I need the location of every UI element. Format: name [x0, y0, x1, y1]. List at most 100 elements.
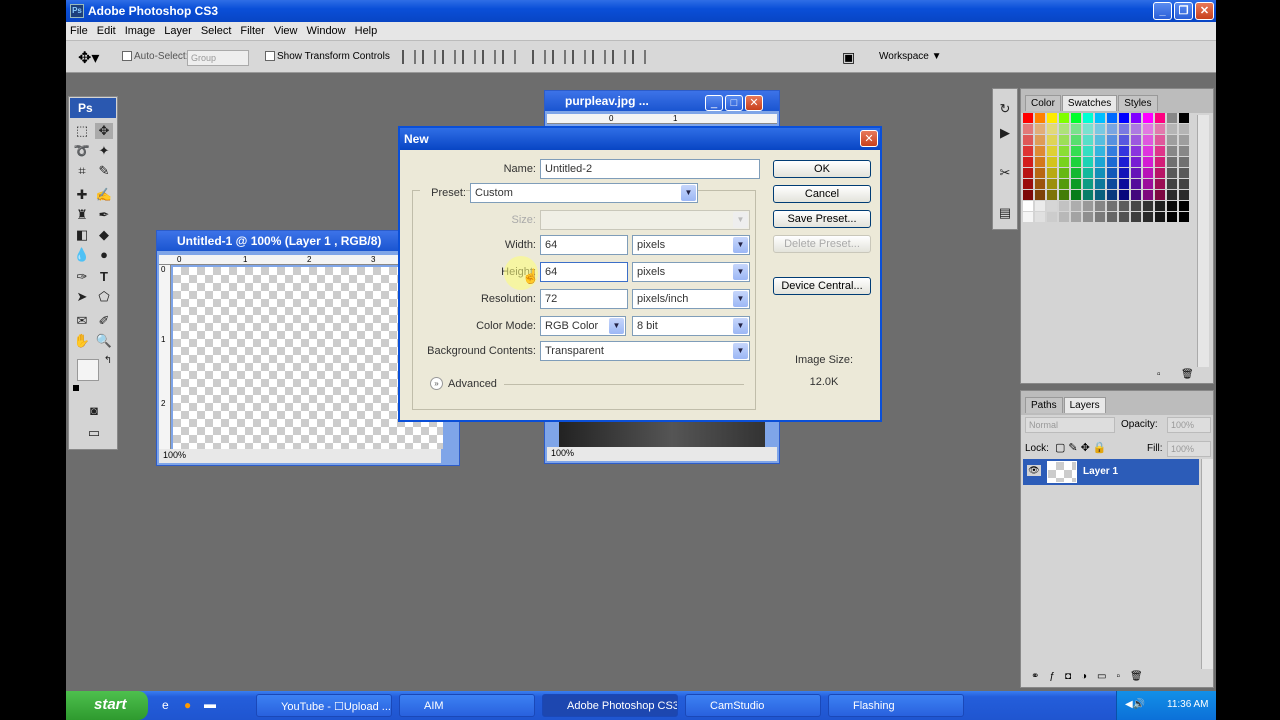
- eye-icon[interactable]: 👁: [1027, 465, 1041, 476]
- cancel-button[interactable]: Cancel: [773, 185, 871, 203]
- swatch-cell[interactable]: [1131, 157, 1141, 167]
- swatch-cell[interactable]: [1155, 190, 1165, 200]
- task-camstudio[interactable]: CamStudio: [685, 694, 821, 717]
- swap-colors-icon[interactable]: ↰: [99, 353, 117, 369]
- swatch-cell[interactable]: [1167, 212, 1177, 222]
- align-right-icon[interactable]: [502, 50, 516, 64]
- menu-edit[interactable]: Edit: [93, 22, 121, 37]
- swatch-cell[interactable]: [1107, 179, 1117, 189]
- swatch-cell[interactable]: [1059, 201, 1069, 211]
- menu-filter[interactable]: Filter: [236, 22, 269, 37]
- task-youtube[interactable]: YouTube - ☐Upload ...: [256, 694, 392, 717]
- default-colors-icon[interactable]: [73, 385, 79, 391]
- history-panel-icon[interactable]: ↻: [996, 101, 1014, 117]
- swatch-cell[interactable]: [1119, 124, 1129, 134]
- swatch-cell[interactable]: [1179, 124, 1189, 134]
- swatch-cell[interactable]: [1071, 157, 1081, 167]
- swatch-cell[interactable]: [1095, 190, 1105, 200]
- swatch-cell[interactable]: [1071, 179, 1081, 189]
- swatch-cell[interactable]: [1167, 168, 1177, 178]
- swatch-cell[interactable]: [1059, 135, 1069, 145]
- swatch-cell[interactable]: [1059, 157, 1069, 167]
- distribute-right-icon[interactable]: [632, 50, 646, 64]
- swatch-cell[interactable]: [1107, 124, 1117, 134]
- shape-tool-icon[interactable]: ⬠: [95, 289, 113, 305]
- swatch-cell[interactable]: [1131, 146, 1141, 156]
- align-vcenter-icon[interactable]: [422, 50, 436, 64]
- firefox-quicklaunch-icon[interactable]: ●: [184, 698, 191, 712]
- swatch-cell[interactable]: [1179, 113, 1189, 123]
- swatch-cell[interactable]: [1179, 201, 1189, 211]
- swatch-cell[interactable]: [1095, 135, 1105, 145]
- layer-actions-icons[interactable]: ⚭ƒ◘◑▭▫🗑: [1031, 671, 1153, 682]
- layers-scrollbar[interactable]: [1201, 459, 1213, 669]
- distribute-hcenter-icon[interactable]: [612, 50, 626, 64]
- swatch-cell[interactable]: [1119, 168, 1129, 178]
- swatch-cell[interactable]: [1023, 146, 1033, 156]
- height-input[interactable]: 64: [540, 262, 628, 282]
- swatch-cell[interactable]: [1035, 113, 1045, 123]
- swatch-cell[interactable]: [1131, 168, 1141, 178]
- task-photoshop[interactable]: Adobe Photoshop CS3: [542, 694, 678, 717]
- swatch-cell[interactable]: [1095, 157, 1105, 167]
- blend-mode-dropdown[interactable]: Normal: [1025, 417, 1115, 433]
- minimize-button[interactable]: _: [1153, 2, 1172, 20]
- swatch-cell[interactable]: [1023, 190, 1033, 200]
- swatch-cell[interactable]: [1071, 146, 1081, 156]
- swatch-cell[interactable]: [1023, 124, 1033, 134]
- swatch-cell[interactable]: [1119, 201, 1129, 211]
- swatch-cell[interactable]: [1131, 179, 1141, 189]
- swatch-cell[interactable]: [1035, 212, 1045, 222]
- align-hcenter-icon[interactable]: [482, 50, 496, 64]
- swatch-cell[interactable]: [1083, 179, 1093, 189]
- size-dropdown[interactable]: ▼: [540, 210, 750, 230]
- show-transform-checkbox[interactable]: [265, 51, 275, 62]
- swatch-cell[interactable]: [1167, 201, 1177, 211]
- swatch-cell[interactable]: [1143, 157, 1153, 167]
- delete-preset-button[interactable]: Delete Preset...: [773, 235, 871, 253]
- resolution-unit-dropdown[interactable]: pixels/inch ▼: [632, 289, 750, 309]
- swatch-cell[interactable]: [1107, 201, 1117, 211]
- doc2-close-button[interactable]: ✕: [745, 95, 763, 111]
- swatch-cell[interactable]: [1023, 168, 1033, 178]
- swatch-cell[interactable]: [1095, 179, 1105, 189]
- eraser-tool-icon[interactable]: ◧: [73, 227, 91, 243]
- show-transform-label[interactable]: Show Transform Controls: [265, 51, 390, 62]
- swatch-grid[interactable]: [1023, 113, 1195, 225]
- swatch-cell[interactable]: [1047, 201, 1057, 211]
- menu-layer[interactable]: Layer: [160, 22, 197, 37]
- swatch-cell[interactable]: [1167, 157, 1177, 167]
- swatch-cell[interactable]: [1059, 212, 1069, 222]
- swatch-cell[interactable]: [1083, 135, 1093, 145]
- move-tool-preset-icon[interactable]: ✥▾: [78, 48, 99, 68]
- close-button[interactable]: ✕: [1195, 2, 1214, 20]
- swatch-cell[interactable]: [1179, 190, 1189, 200]
- auto-select-label[interactable]: Auto-Select:: [122, 51, 188, 62]
- swatch-cell[interactable]: [1023, 157, 1033, 167]
- tab-swatches[interactable]: Swatches: [1061, 95, 1118, 111]
- swatch-cell[interactable]: [1143, 124, 1153, 134]
- save-preset-button[interactable]: Save Preset...: [773, 210, 871, 228]
- swatch-cell[interactable]: [1047, 168, 1057, 178]
- hand-tool-icon[interactable]: ✋: [73, 333, 91, 349]
- swatch-cell[interactable]: [1083, 124, 1093, 134]
- swatch-cell[interactable]: [1107, 135, 1117, 145]
- swatch-cell[interactable]: [1131, 212, 1141, 222]
- swatch-cell[interactable]: [1035, 168, 1045, 178]
- advanced-expand-icon[interactable]: »: [430, 377, 443, 390]
- swatch-cell[interactable]: [1047, 135, 1057, 145]
- swatch-cell[interactable]: [1107, 113, 1117, 123]
- align-bottom-icon[interactable]: [442, 50, 456, 64]
- restore-button[interactable]: ❐: [1174, 2, 1193, 20]
- start-button[interactable]: start: [66, 691, 148, 720]
- swatch-cell[interactable]: [1083, 190, 1093, 200]
- tool-presets-icon[interactable]: ✂: [996, 165, 1014, 181]
- menu-file[interactable]: File: [66, 22, 93, 37]
- swatch-cell[interactable]: [1059, 113, 1069, 123]
- swatch-cell[interactable]: [1095, 168, 1105, 178]
- swatch-cell[interactable]: [1179, 146, 1189, 156]
- menu-help[interactable]: Help: [351, 22, 383, 37]
- distribute-bottom-icon[interactable]: [572, 50, 586, 64]
- swatch-cell[interactable]: [1155, 113, 1165, 123]
- swatch-cell[interactable]: [1179, 212, 1189, 222]
